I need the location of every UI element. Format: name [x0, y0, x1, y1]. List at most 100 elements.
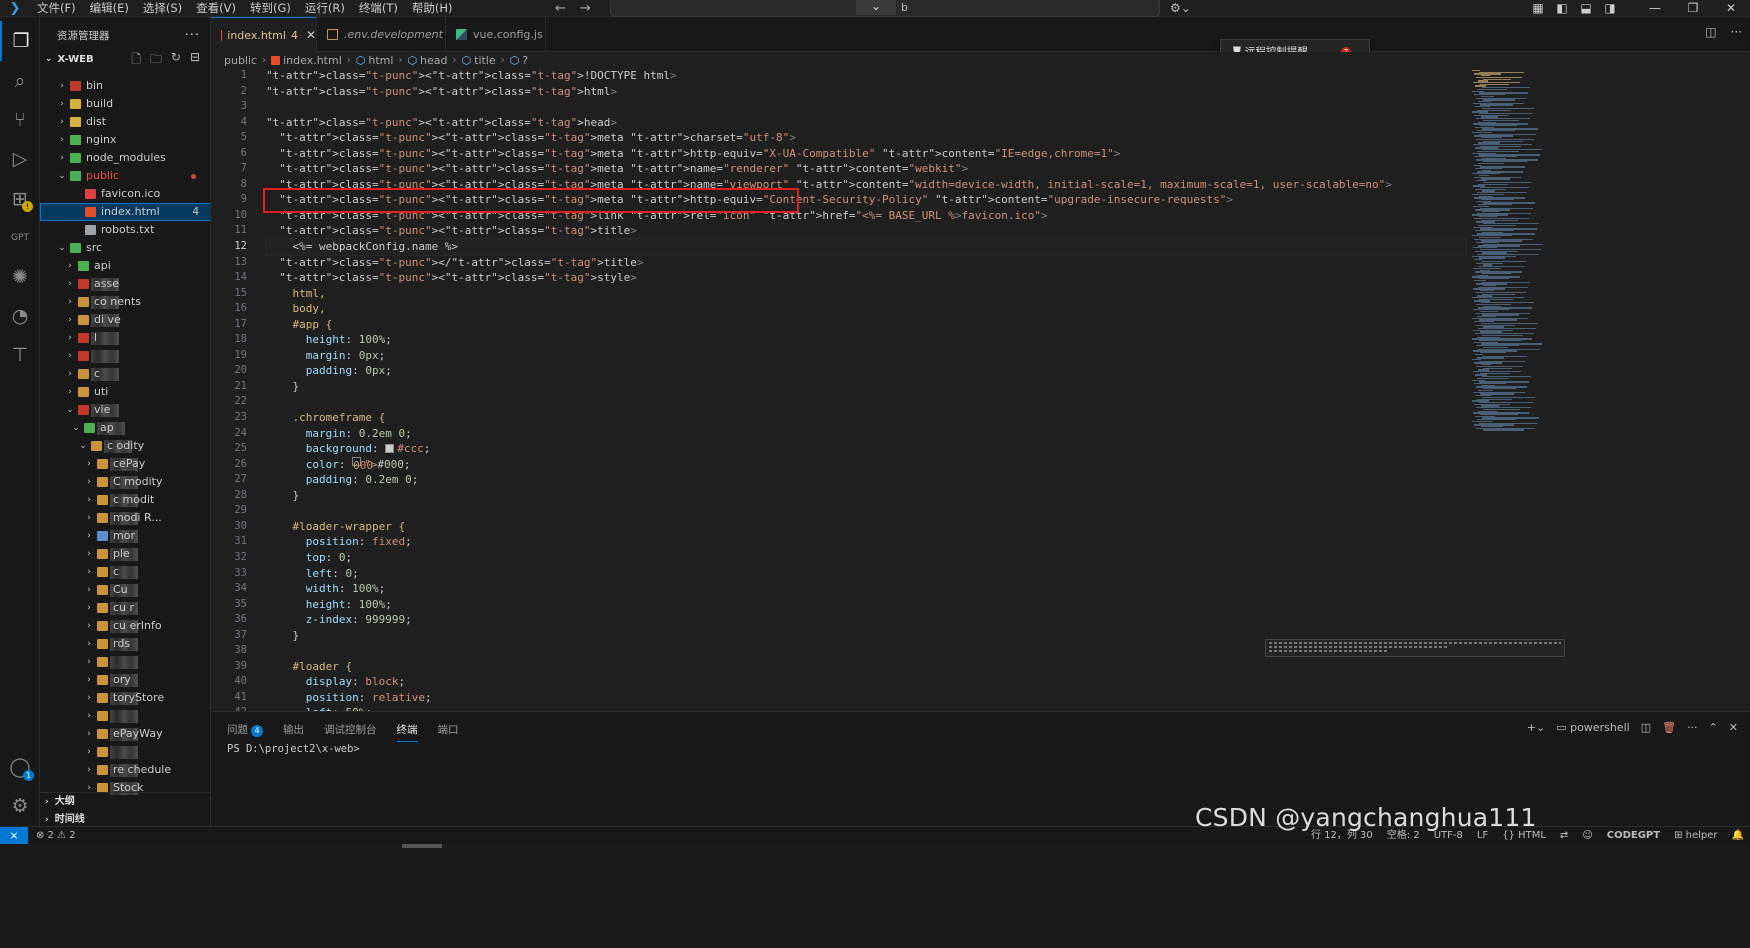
code-line[interactable]: height: 100%; — [266, 332, 1466, 348]
panel-tab[interactable]: 问题 4 — [227, 722, 263, 742]
toggle-panel-icon[interactable]: ⬓ — [1574, 0, 1598, 17]
menu-item[interactable]: 转到(G) — [243, 0, 298, 17]
more-actions-icon[interactable]: ··· — [1687, 721, 1698, 734]
helper-status[interactable]: ⊞ helper — [1674, 827, 1717, 844]
refresh-icon[interactable]: ↻ — [171, 50, 181, 71]
customize-layout-icon[interactable]: ▦ — [1526, 0, 1550, 17]
panel-tab[interactable]: 端口 — [438, 722, 459, 742]
file-tree-folder[interactable]: › dist — [40, 113, 210, 131]
split-terminal-icon[interactable]: ◫ — [1641, 721, 1651, 734]
explorer-icon[interactable]: ❐ — [0, 21, 40, 61]
back-arrow-icon[interactable]: ← — [555, 0, 566, 17]
file-tree-folder[interactable]: › C modity — [40, 473, 210, 491]
code-lines[interactable]: "t-attr">class="t-punc"><"t-attr">class=… — [265, 68, 1467, 711]
tab-env-development[interactable]: .env.development — [317, 17, 446, 52]
code-line[interactable]: #loader { — [266, 659, 1466, 675]
code-line[interactable]: margin: 0px; — [266, 348, 1466, 364]
notifications-icon[interactable]: 🔔 — [1732, 827, 1744, 844]
file-tree-folder[interactable]: › Cu — [40, 581, 210, 599]
search-icon[interactable]: ⌕ — [0, 61, 40, 101]
code-line[interactable]: left: 0; — [266, 566, 1466, 582]
breadcrumb-item[interactable]: ⬡ html — [356, 54, 394, 67]
code-line[interactable]: background: #ccc; — [266, 441, 1466, 457]
chevron-down-icon[interactable]: ⌄ — [856, 0, 896, 15]
file-tree-folder[interactable]: › — [40, 707, 210, 725]
close-window-button[interactable]: ✕ — [1712, 0, 1750, 17]
code-line[interactable]: display: block; — [266, 674, 1466, 690]
outline-section[interactable]: › 大纲 — [40, 793, 210, 811]
remote-explorer-icon[interactable]: ⊤ — [0, 335, 40, 375]
new-terminal-icon[interactable]: +⌄ — [1527, 721, 1545, 734]
new-file-icon[interactable]: 🗋 — [131, 50, 141, 71]
source-control-icon[interactable]: ⑂ — [0, 100, 40, 140]
terminal-shell[interactable]: ▭ powershell — [1556, 721, 1630, 734]
menu-item[interactable]: 运行(R) — [298, 0, 352, 17]
file-tree-folder[interactable]: › l — [40, 329, 210, 347]
close-tab-icon[interactable]: ✕ — [306, 28, 316, 42]
breadcrumb-item[interactable]: ⬡ title — [462, 54, 496, 67]
code-line[interactable] — [266, 394, 1466, 410]
restore-button[interactable]: ❐ — [1674, 0, 1712, 17]
file-tree-folder[interactable]: › co nents — [40, 293, 210, 311]
code-line[interactable]: height: 100%; — [266, 597, 1466, 613]
kill-terminal-icon[interactable]: 🗑 — [1662, 721, 1676, 734]
file-tree-folder[interactable]: › mor — [40, 527, 210, 545]
code-line[interactable]: margin: 0.2em 0; — [266, 426, 1466, 442]
menu-item[interactable]: 文件(F) — [30, 0, 83, 17]
file-tree-folder[interactable]: › cePay — [40, 455, 210, 473]
toggle-secondary-sidebar-icon[interactable]: ◨ — [1598, 0, 1622, 17]
remote-icon[interactable]: ⇄ — [1560, 827, 1568, 844]
file-tree-file[interactable]: robots.txt — [40, 221, 210, 239]
code-line[interactable]: #app { — [266, 317, 1466, 333]
breadcrumb-item[interactable]: ⬡? — [510, 54, 528, 67]
file-tree-folder[interactable]: › uti — [40, 383, 210, 401]
settings-gear-icon[interactable]: ⚙ — [0, 786, 40, 826]
panel-tab[interactable]: 终端 — [396, 722, 418, 742]
file-tree-folder[interactable]: › build — [40, 95, 210, 113]
menu-item[interactable]: 帮助(H) — [405, 0, 460, 17]
file-tree-folder[interactable]: › c — [40, 365, 210, 383]
file-tree-folder[interactable]: › modi R... — [40, 509, 210, 527]
copilot-icon[interactable]: ⚙⌄ — [1170, 0, 1191, 17]
code-line[interactable]: } — [266, 379, 1466, 395]
run-debug-icon[interactable]: ▷ — [0, 139, 40, 179]
code-line[interactable]: } — [266, 488, 1466, 504]
file-tree-folder[interactable]: › bin — [40, 77, 210, 95]
new-folder-icon[interactable]: 🗀 — [150, 50, 162, 71]
copilot-status-icon[interactable]: ☺ — [1582, 827, 1592, 844]
file-tree-folder[interactable]: › cu r — [40, 599, 210, 617]
code-line[interactable]: padding: 0px; — [266, 363, 1466, 379]
file-tree-folder[interactable]: › ePayWay — [40, 725, 210, 743]
horizontal-scrollbar[interactable] — [402, 844, 442, 848]
file-tree-folder[interactable]: › — [40, 347, 210, 365]
code-line[interactable] — [266, 503, 1466, 519]
breadcrumb-item[interactable]: public — [224, 54, 257, 67]
collapse-all-icon[interactable]: ⊟ — [190, 50, 200, 71]
forward-arrow-icon[interactable]: → — [580, 0, 591, 17]
code-line[interactable]: "t-attr">class="t-punc"><"t-attr">class=… — [266, 130, 1466, 146]
file-tree-folder[interactable]: › ple — [40, 545, 210, 563]
breadcrumb-item[interactable]: ⬡ head — [407, 54, 447, 67]
close-panel-icon[interactable]: ✕ — [1729, 721, 1738, 734]
file-tree-folder[interactable]: › ory — [40, 671, 210, 689]
code-line[interactable]: "t-attr">class="t-punc"><"t-attr">class=… — [266, 146, 1466, 162]
file-tree-folder[interactable]: › rds — [40, 635, 210, 653]
file-tree-folder[interactable]: › c — [40, 563, 210, 581]
code-line[interactable]: top: 0; — [266, 550, 1466, 566]
edge-icon[interactable]: ◔ — [0, 296, 40, 336]
chatgpt-icon[interactable]: ✺ — [0, 257, 40, 297]
code-line[interactable]: "t-attr">class="t-punc"><"t-attr">class=… — [266, 84, 1466, 100]
menu-item[interactable]: 终端(T) — [352, 0, 405, 17]
code-line[interactable]: body, — [266, 301, 1466, 317]
codegpt-icon[interactable]: GPT — [0, 218, 40, 258]
code-line[interactable]: "t-attr">class="t-punc"></"t-attr">class… — [266, 255, 1466, 271]
timeline-section[interactable]: › 时间线 — [40, 811, 210, 826]
file-tree-folder[interactable]: › di ve — [40, 311, 210, 329]
file-tree-folder[interactable]: › — [40, 653, 210, 671]
terminal-output[interactable]: PS D:\project2\x-web> — [227, 743, 360, 755]
code-line[interactable] — [266, 99, 1466, 115]
file-tree-file[interactable]: favicon.ico — [40, 185, 210, 203]
file-tree-file[interactable]: index.html 4 — [40, 203, 210, 221]
file-tree-folder[interactable]: › toryStore — [40, 689, 210, 707]
code-line[interactable]: padding: 0.2em 0; — [266, 472, 1466, 488]
